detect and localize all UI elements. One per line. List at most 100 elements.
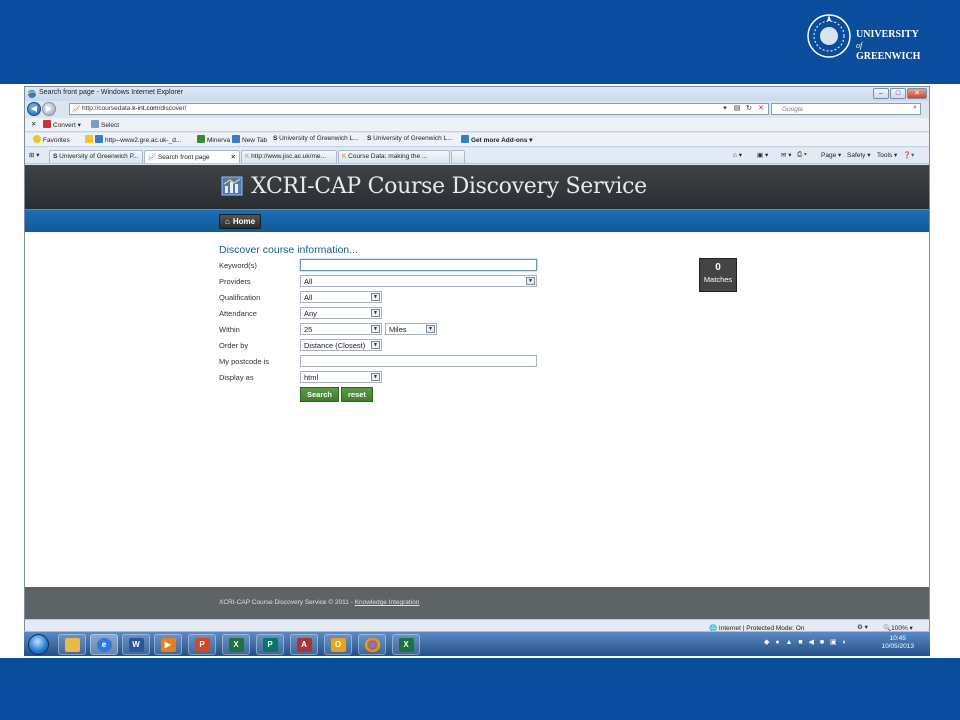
taskbar-access[interactable]: A [290, 634, 318, 655]
search-button[interactable]: Search [300, 387, 340, 402]
tab-greenwich[interactable]: S University of Greenwich P... [49, 150, 143, 163]
start-button[interactable] [28, 634, 49, 655]
display-as-select[interactable]: html ▼ [300, 371, 382, 383]
new-tab-button[interactable] [451, 150, 465, 163]
minimize-button[interactable]: – [873, 88, 889, 99]
address-url: http://coursedata.k-int.com/discover/ [82, 105, 186, 112]
tab-close-icon[interactable]: ✕ [231, 153, 236, 161]
command-bar: ✕ Convert ▾ Select [25, 118, 929, 132]
favorite-link-5[interactable]: S University of Greenwich L... [367, 135, 453, 142]
qualification-select[interactable]: All ▼ [300, 291, 382, 303]
close-window-button[interactable]: ✕ [907, 88, 927, 99]
keywords-input[interactable] [300, 259, 537, 271]
taskbar-publisher[interactable]: P [256, 634, 284, 655]
taskbar-chrome[interactable] [358, 634, 386, 655]
window-title: Search front page - Windows Internet Exp… [39, 89, 183, 96]
site-nav: ⌂ Home [25, 209, 929, 232]
add-favorite-icon [85, 135, 93, 143]
excel-icon: X [398, 638, 414, 652]
favorite-link-3[interactable]: New Tab [232, 135, 267, 144]
favorite-label-4: University of Greenwich L... [279, 135, 359, 142]
tools-menu[interactable]: Tools ▾ [877, 151, 897, 159]
footer-copyright: XCRI-CAP Course Discovery Service © 2011… [219, 599, 355, 606]
convert-button[interactable]: Convert ▾ [43, 120, 81, 129]
matches-label: Matches [703, 275, 733, 284]
folder-icon [64, 638, 80, 652]
address-bar[interactable]: 📈 http://coursedata.k-int.com/discover/ [69, 103, 769, 115]
attendance-select[interactable]: Any ▼ [300, 307, 382, 319]
taskbar-powerpoint[interactable]: P [188, 634, 216, 655]
taskbar-media-player[interactable]: ▶ [154, 634, 182, 655]
access-icon: A [296, 638, 312, 652]
maximize-button[interactable]: □ [890, 88, 906, 99]
forward-button[interactable]: ▶ [42, 102, 56, 116]
favorite-link-4[interactable]: S University of Greenwich L... [273, 135, 359, 142]
favorite-link-1[interactable]: http--www2.gre.ac.uk-_d... [85, 135, 181, 144]
favorite-label-2: Minerva [207, 137, 231, 144]
quick-tabs-icon[interactable]: ⊞ ▾ [29, 151, 40, 159]
matches-counter: 0 Matches [699, 258, 737, 292]
safety-menu[interactable]: Safety ▾ [847, 151, 871, 159]
favorite-link-2[interactable]: Minerva [197, 135, 230, 144]
search-icon[interactable]: ⌕ [913, 104, 917, 112]
chevron-down-icon: ▼ [371, 309, 380, 317]
tab-course-data[interactable]: K Course Data: making the ... [338, 150, 450, 163]
powerpoint-icon: P [194, 638, 210, 652]
select-button[interactable]: Select [91, 120, 119, 129]
home-nav-button[interactable]: ⌂ Home [219, 214, 262, 229]
chevron-down-icon: ▼ [371, 341, 380, 349]
get-addons-link[interactable]: Get more Add-ons ▾ [461, 135, 533, 144]
mail-icon[interactable]: ✉ ▾ [781, 151, 792, 159]
postcode-input[interactable] [300, 355, 537, 367]
close-toolbar-icon[interactable]: ✕ [31, 120, 36, 128]
browser-search-box[interactable]: ⌕ [771, 103, 921, 115]
slide-header: UNIVERSITY of GREENWICH [0, 0, 960, 84]
taskbar-explorer[interactable] [58, 634, 86, 655]
help-icon[interactable]: ❓▾ [903, 151, 914, 159]
within-value: 25 [304, 325, 313, 334]
taskbar-outlook[interactable]: O [324, 634, 352, 655]
chevron-down-icon: ▼ [526, 277, 535, 285]
addon-status-icon[interactable]: ⚙ ▾ [857, 623, 868, 631]
refresh-icon[interactable]: ↻ [744, 103, 754, 115]
site-footer: XCRI-CAP Course Discovery Service © 2011… [25, 587, 929, 619]
select-label: Select [101, 122, 120, 129]
stop-icon[interactable]: ✕ [756, 103, 766, 115]
clock[interactable]: 10:45 10/05/2013 [881, 635, 914, 651]
tab-search-front-page[interactable]: 📈 Search front page ✕ [144, 150, 240, 163]
compat-view-icon[interactable]: ▾ [720, 103, 730, 115]
taskbar-internet-explorer[interactable]: e [90, 634, 118, 655]
favorites-button[interactable]: Favorites [33, 135, 70, 144]
print-icon[interactable]: ⎙ ▾ [797, 151, 807, 159]
footer-link[interactable]: Knowledge Integration [355, 599, 420, 606]
clock-time: 10:45 [889, 635, 906, 642]
tab-jisc[interactable]: K http://www.jisc.ac.uk/me... [241, 150, 337, 163]
outlook-icon: O [330, 638, 346, 652]
providers-select[interactable]: All ▼ [300, 275, 537, 287]
display-as-value: html [304, 373, 319, 382]
browser-search-input[interactable] [782, 104, 902, 114]
taskbar-excel[interactable]: X [222, 634, 250, 655]
tab-label-3: http://www.jisc.ac.uk/me... [251, 153, 326, 160]
university-line1: UNIVERSITY [856, 29, 919, 40]
home-toolbar-icon[interactable]: ⌂ ▾ [733, 151, 742, 159]
browser-window: Search front page - Windows Internet Exp… [24, 86, 930, 654]
tray-icons[interactable]: ◆ ● ▲ ■ ◀ ■ ▣ ◐ [764, 638, 849, 646]
back-button[interactable]: ◀ [27, 102, 41, 116]
taskbar-word[interactable]: W [122, 634, 150, 655]
feeds-icon[interactable]: ▣ ▾ [757, 151, 768, 159]
within-distance-select[interactable]: 25 ▼ [300, 323, 382, 335]
ie-logo-icon [27, 90, 37, 98]
tab-label-2: Search front page [157, 154, 210, 161]
favorite-label-5: University of Greenwich L... [373, 135, 453, 142]
within-unit-select[interactable]: Miles ▼ [385, 323, 437, 335]
reset-button[interactable]: reset [341, 387, 373, 402]
page-menu[interactable]: Page ▾ [821, 151, 841, 159]
chevron-down-icon: ▼ [371, 325, 380, 333]
taskbar-excel-2[interactable]: X [392, 634, 420, 655]
university-seal-icon [807, 14, 851, 58]
compatibility-icon[interactable]: ▤ [732, 103, 742, 115]
ie-icon: e [96, 638, 112, 652]
order-by-select[interactable]: Distance (Closest) ▼ [300, 339, 382, 351]
ie-page-icon [461, 135, 469, 143]
